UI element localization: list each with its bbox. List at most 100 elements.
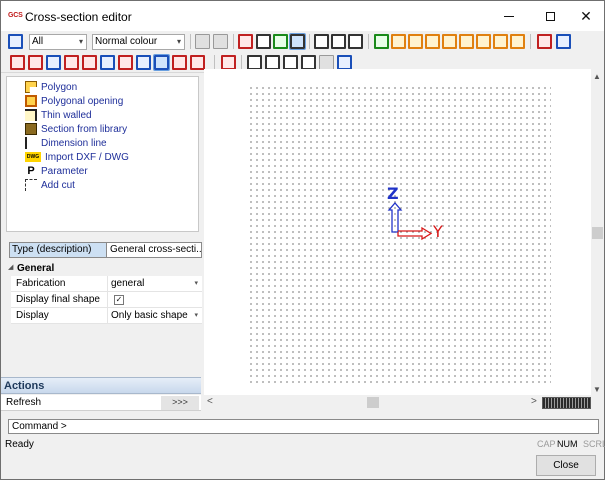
section-tool-4-icon[interactable] <box>64 55 79 70</box>
horizontal-scroll-thumb[interactable] <box>367 397 379 408</box>
zoom-previous-icon[interactable] <box>319 55 334 70</box>
drawing-canvas[interactable]: Z Y <box>204 69 591 395</box>
zoom-out-icon[interactable] <box>283 55 298 70</box>
property-header-row[interactable]: Type (description) General cross-secti..… <box>9 242 202 258</box>
property-divider <box>107 308 108 324</box>
section-tool-9-icon[interactable] <box>153 54 170 71</box>
grid-display-icon[interactable] <box>289 33 306 50</box>
section-tool-6-icon[interactable] <box>100 55 115 70</box>
align-bottom-icon[interactable] <box>476 34 491 49</box>
list-item-section-library[interactable]: Section from library <box>25 122 127 136</box>
filter-combo[interactable]: All ▾ <box>29 34 87 50</box>
align-right-icon[interactable] <box>425 34 440 49</box>
axes-origin-icon <box>387 202 433 241</box>
toolbar-separator <box>530 34 531 49</box>
property-divider <box>107 292 108 308</box>
thin-walled-icon <box>25 109 37 121</box>
progress-indicator <box>542 397 591 409</box>
scroll-down-icon[interactable]: ▼ <box>593 385 601 394</box>
scroll-right-icon[interactable]: > <box>531 396 537 407</box>
grid-snap-icon[interactable] <box>256 34 271 49</box>
highlight-icon[interactable] <box>221 55 236 70</box>
actions-title: Actions <box>4 380 45 392</box>
maximize-icon <box>545 11 555 21</box>
command-input[interactable]: Command > <box>8 419 599 434</box>
property-category-general[interactable]: ◢ General <box>6 261 202 276</box>
list-item-label: Dimension line <box>41 137 107 149</box>
close-icon: ✕ <box>580 7 592 24</box>
scroll-lock-indicator: SCRL <box>583 439 605 449</box>
insert-down-icon[interactable] <box>374 34 389 49</box>
colour-combo[interactable]: Normal colour ▾ <box>92 34 185 50</box>
snap-point-icon[interactable] <box>273 34 288 49</box>
scroll-left-icon[interactable]: < <box>207 396 213 407</box>
display-final-shape-checkbox[interactable]: ✓ <box>114 295 124 305</box>
toolbar-separator <box>241 55 242 70</box>
cross-section-editor-window: GCS Cross-section editor ✕ All ▾ Normal … <box>0 0 605 480</box>
property-category-label: General <box>17 263 55 274</box>
section-tool-5-icon[interactable] <box>82 55 97 70</box>
list-item-polygonal-opening[interactable]: Polygonal opening <box>25 94 123 108</box>
canvas-margin <box>551 69 591 395</box>
delete-icon[interactable] <box>238 34 253 49</box>
align-left-icon[interactable] <box>391 34 406 49</box>
label-a-icon[interactable] <box>331 34 346 49</box>
add-cut-icon <box>25 179 37 191</box>
list-item-label: Polygon <box>41 81 78 93</box>
distribute-icon[interactable] <box>493 34 508 49</box>
text-icon[interactable] <box>314 34 329 49</box>
section-tool-7-icon[interactable] <box>118 55 133 70</box>
collapse-icon: ◢ <box>8 264 14 271</box>
chevron-down-icon: ▾ <box>176 37 181 46</box>
mirror-icon[interactable] <box>510 34 525 49</box>
align-top-icon[interactable] <box>442 34 457 49</box>
align-center-icon[interactable] <box>408 34 423 49</box>
more-actions-button[interactable]: >>> <box>161 396 199 410</box>
list-item-import-dxf[interactable]: DWG Import DXF / DWG <box>25 150 129 164</box>
select-mode-icon[interactable] <box>8 34 23 49</box>
property-key: Fabrication <box>16 278 66 289</box>
colour-combo-value: Normal colour <box>95 36 158 47</box>
list-item-dimension-line[interactable]: Dimension line <box>25 136 107 150</box>
window-title: Cross-section editor <box>25 10 132 24</box>
dwg-icon: DWG <box>25 152 41 162</box>
list-item-thin-walled[interactable]: Thin walled <box>25 108 92 122</box>
toolbar-separator <box>214 55 215 70</box>
action-refresh[interactable]: Refresh >>> <box>1 395 201 411</box>
section-tool-8-icon[interactable] <box>136 55 151 70</box>
zoom-icon[interactable] <box>247 55 262 70</box>
move-dropdown-icon[interactable] <box>190 55 205 70</box>
filter-combo-value: All <box>32 36 44 47</box>
close-window-button[interactable]: ✕ <box>564 1 605 31</box>
list-item-polygon[interactable]: Polygon <box>25 80 77 94</box>
cursor-icon[interactable] <box>556 34 571 49</box>
list-item-parameter[interactable]: P Parameter <box>25 164 88 178</box>
label-b-icon[interactable] <box>348 34 363 49</box>
zoom-in-icon[interactable] <box>265 55 280 70</box>
move-icon[interactable] <box>172 55 187 70</box>
property-row-display-final-shape[interactable]: Display final shape ✓ <box>11 292 202 308</box>
section-tool-2-icon[interactable] <box>28 55 43 70</box>
list-item-label: Parameter <box>41 165 88 177</box>
property-value: general <box>111 278 145 289</box>
section-tool-3-icon[interactable] <box>46 55 61 70</box>
view-3d-icon[interactable] <box>337 55 352 70</box>
align-middle-icon[interactable] <box>459 34 474 49</box>
properties-icon[interactable] <box>537 34 552 49</box>
minimize-button[interactable] <box>487 1 531 31</box>
zoom-extents-icon[interactable] <box>301 55 316 70</box>
vertical-scrollbar[interactable]: ▲ ▼ <box>591 69 604 395</box>
undo-icon[interactable] <box>195 34 210 49</box>
vertical-scroll-thumb[interactable] <box>592 227 603 239</box>
dimension-line-icon <box>25 137 37 149</box>
list-item-label: Add cut <box>41 179 75 191</box>
section-tool-1-icon[interactable] <box>10 55 25 70</box>
property-value: Only basic shape <box>111 310 188 321</box>
horizontal-scrollbar[interactable]: < > <box>204 395 538 410</box>
scroll-up-icon[interactable]: ▲ <box>593 72 601 81</box>
redo-icon[interactable] <box>213 34 228 49</box>
list-item-add-cut[interactable]: Add cut <box>25 178 75 192</box>
property-row-fabrication[interactable]: Fabrication general ▾ <box>11 276 202 292</box>
property-row-display[interactable]: Display Only basic shape ▾ <box>11 308 202 324</box>
close-button[interactable]: Close <box>536 455 596 476</box>
